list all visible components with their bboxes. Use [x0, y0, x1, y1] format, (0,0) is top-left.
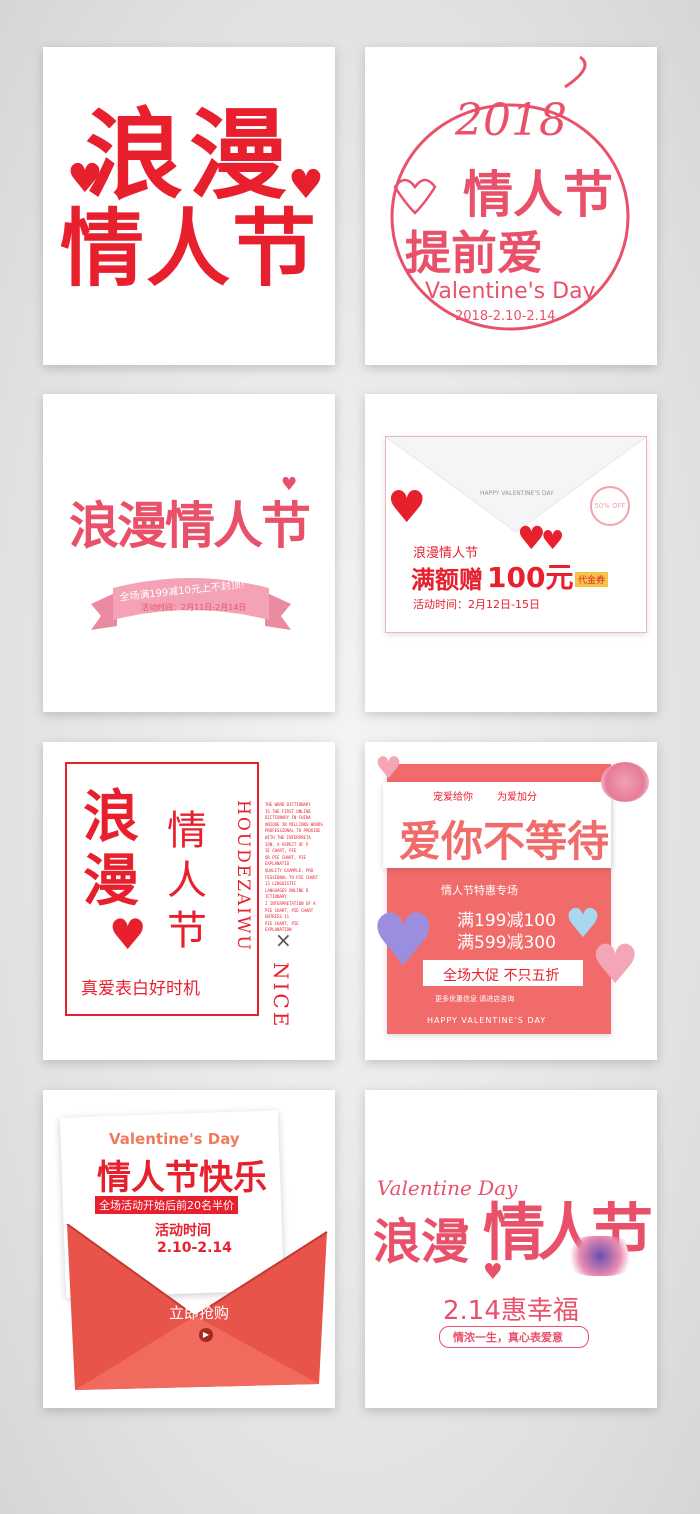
card5-vertical-houdezaiwu: HOUDEZAIWU	[233, 800, 253, 952]
card8-sub: 2.14惠幸福	[443, 1296, 579, 1326]
card4-small: HAPPY VALENTINE'S DAY	[480, 490, 554, 497]
heart-icon: ♥	[375, 751, 402, 786]
flower-icon	[565, 1236, 635, 1276]
heart-icon: ♥	[457, 1223, 470, 1239]
card7-en: Valentine's Day	[109, 1130, 240, 1148]
card5-char-jie: 节	[167, 908, 207, 954]
stamp-icon: 50% OFF	[590, 486, 630, 526]
card5-vertical-nice: NICE	[269, 962, 293, 1030]
card-2018-valentine[interactable]: 2018 情人节 提前爱 Valentine's Day 2018-2.10-2…	[365, 47, 657, 365]
offer2-a: 满599	[457, 933, 507, 953]
card6-band: 情人节特惠专场	[441, 884, 518, 897]
small-line: EXPLANATION	[265, 927, 292, 933]
small-line: PIE CHART, PIE CHART	[265, 907, 314, 913]
card-envelope-happy[interactable]: Valentine's Day 情人节快乐 全场活动开始后前20名半价 活动时间…	[43, 1090, 335, 1408]
flower-icon	[601, 762, 649, 802]
card-envelope-coupon[interactable]: 50% OFF HAPPY VALENTINE'S DAY ♥ ♥ ♥ 浪漫情人…	[365, 394, 657, 712]
small-line: ION, A ASPECT OF P	[265, 841, 309, 847]
card1-line2: 情人节	[59, 200, 318, 298]
offer2-b: 减300	[506, 933, 556, 953]
card5-char-man: 漫	[83, 849, 139, 914]
card-valentine-day-happiness[interactable]: Valentine Day 浪漫 情人节 ♥ ♥ 2.14惠幸福 情浓一生，真心…	[365, 1090, 657, 1408]
small-line: IS THE FIRST ONLINE	[265, 808, 311, 814]
card7-buy-button[interactable]: 立即抢购	[169, 1302, 229, 1323]
card4-main: 满额赠	[411, 566, 483, 594]
heart-icon: ♥	[483, 1260, 503, 1285]
play-icon[interactable]: ▶	[199, 1328, 213, 1342]
small-line: EXPLANATIO	[265, 861, 290, 867]
small-line: LANGUAGES ONLINE D	[265, 887, 309, 893]
card5-small-text: THE WORD DICTIONARY IS THE FIRST ONLINE …	[265, 802, 335, 934]
small-line: 2 INTERPRETATION OF A	[265, 900, 316, 906]
heart-icon: ♥	[591, 933, 640, 996]
card3-date: 活动时间：2月11日-2月14日	[141, 603, 247, 612]
card5-caption: 真爱表白好时机	[81, 974, 204, 999]
card4-coupon-badge: 代金券	[575, 572, 609, 587]
card7-bar: 全场活动开始后前20名半价	[95, 1196, 238, 1214]
card2-date: 2018-2.10-2.14	[455, 309, 556, 324]
card6-promo: 全场大促 不只五折	[443, 968, 560, 984]
small-line: PROFESSIONAL TO PROVIDE	[265, 828, 321, 834]
small-line: ENTRIES 11	[265, 914, 290, 920]
card2-sub: 提前爱	[405, 226, 543, 280]
card6-title: 爱你不等待	[399, 817, 610, 866]
heart-icon: ♥	[281, 474, 298, 495]
small-line: DICTIONARY IN CHINA	[265, 815, 311, 821]
card-love-no-wait[interactable]: 宠爱给你 为爱加分 爱你不等待 情人节特惠专场 满199减100 满599减30…	[365, 742, 657, 1060]
heart-icon: ♥	[387, 482, 427, 533]
small-line: WITH THE INTERPRETA	[265, 834, 311, 840]
small-line: UNIQUE IN MILLIONS WORDS	[265, 821, 323, 827]
card8-slogan: 情浓一生，真心表爱意	[453, 1331, 563, 1344]
card7-title: 情人节快乐	[97, 1158, 267, 1198]
card6-more: 更多优惠信息 请进店咨询	[435, 995, 515, 1003]
card-ribbon-promo[interactable]: 浪漫情人节 ♥ 全场满199减10元上不封顶! 活动时间：2月11日-2月14日	[43, 394, 335, 712]
card6-footer: HAPPY VALENTINE'S DAY	[427, 1016, 547, 1025]
heart-icon: ♥	[541, 526, 565, 556]
card4-date: 活动时间：2月12日-15日	[413, 598, 540, 611]
small-line: 13 LINGUISTIC	[265, 881, 297, 887]
card8-title1: 浪漫	[373, 1214, 470, 1270]
card4-amount: 100元	[487, 561, 574, 594]
card6-tag2: 为爱加分	[497, 792, 537, 803]
small-line: ICTIONARY	[265, 894, 287, 900]
card-romantic-valentine[interactable]: 浪漫 情人节 ♥ ♥	[43, 47, 335, 365]
card2-year: 2018	[455, 95, 567, 146]
small-line: FESSIONAL TO PIE CHART	[265, 874, 318, 880]
card4-title: 浪漫情人节	[413, 546, 479, 561]
heart-icon: ♥	[67, 156, 103, 202]
card6-offer2: 满599减300	[457, 928, 556, 953]
heart-icon: ♥	[288, 162, 324, 208]
card2-en: Valentine's Day	[425, 279, 596, 304]
card6-tag1: 宠爱给你	[433, 792, 473, 803]
small-line: OR PIE CHART, PIE	[265, 854, 306, 860]
small-line: THE WORD DICTIONARY	[265, 802, 311, 807]
card-nice-valentine[interactable]: 浪 漫 情 人 节 ♥ 真爱表白好时机 HOUDEZAIWU × NICE TH…	[43, 742, 335, 1060]
heart-icon: ♥	[109, 910, 147, 959]
small-line: IE CHART, PIE	[265, 848, 297, 854]
heart-icon: ♥	[371, 898, 436, 982]
small-line: PIE CHART, PIE	[265, 920, 299, 926]
small-line: QUALITY EXAMPLE, PRO	[265, 867, 314, 873]
card3-title: 浪漫情人节	[69, 497, 311, 555]
